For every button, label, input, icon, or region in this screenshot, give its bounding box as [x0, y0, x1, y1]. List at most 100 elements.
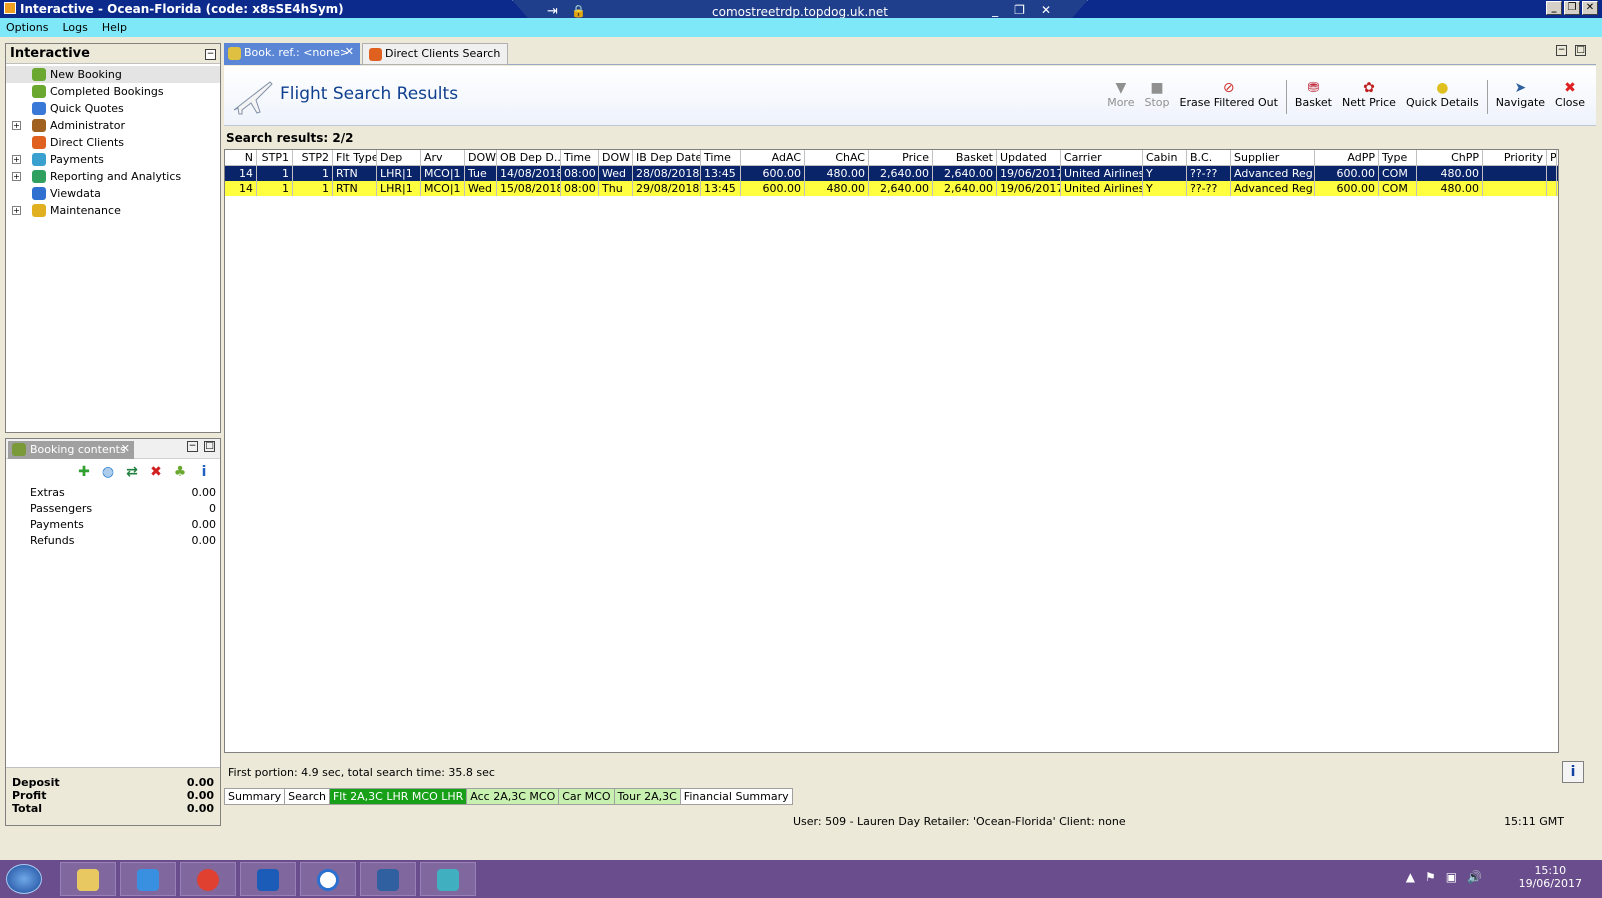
- add-icon[interactable]: ✚: [76, 464, 92, 480]
- rdp-minimize-icon[interactable]: _: [992, 3, 998, 17]
- column-header[interactable]: Time: [561, 150, 599, 165]
- expand-icon[interactable]: +: [12, 121, 21, 130]
- tab-direct-clients-search[interactable]: Direct Clients Search: [362, 43, 508, 65]
- column-header[interactable]: Priority: [1483, 150, 1547, 165]
- menu-help[interactable]: Help: [102, 21, 127, 34]
- delete-icon[interactable]: ✖: [148, 464, 164, 480]
- remote-desktop-taskbar-button[interactable]: [360, 862, 416, 896]
- tab-booking[interactable]: Book. ref.: <none> ✕: [224, 43, 360, 65]
- outlook-taskbar-button[interactable]: [240, 862, 296, 896]
- column-header[interactable]: Pr: [1547, 150, 1557, 165]
- column-header[interactable]: Arv: [421, 150, 465, 165]
- column-header[interactable]: OB Dep D...: [497, 150, 561, 165]
- column-header[interactable]: Time: [701, 150, 741, 165]
- column-header[interactable]: Carrier: [1061, 150, 1143, 165]
- column-header[interactable]: STP2: [293, 150, 333, 165]
- collapse-panel-button[interactable]: −: [205, 49, 216, 60]
- start-button[interactable]: [6, 864, 42, 894]
- table-cell: 13:45: [701, 166, 741, 181]
- maximize-doc-button[interactable]: □: [1575, 45, 1586, 56]
- menu-options[interactable]: Options: [6, 21, 48, 34]
- chrome-taskbar-button[interactable]: [180, 862, 236, 896]
- bottom-tab[interactable]: Flt 2A,3C LHR MCO LHR: [329, 788, 468, 805]
- bottom-tab[interactable]: Acc 2A,3C MCO: [467, 788, 560, 805]
- nav-item[interactable]: New Booking: [6, 66, 220, 83]
- bottom-tab[interactable]: Search: [285, 788, 330, 805]
- column-header[interactable]: IB Dep Date: [633, 150, 701, 165]
- nav-item[interactable]: + Administrator: [6, 117, 220, 134]
- table-row[interactable]: 14 1 1 RTN LHR|1 MCO|1 Wed 15/08/2018 08:00 Thu 29…: [225, 181, 1558, 196]
- bottom-tab[interactable]: Financial Summary: [680, 788, 793, 805]
- column-header[interactable]: AdPP: [1315, 150, 1379, 165]
- navigate-button[interactable]: ➤ Navigate: [1491, 80, 1550, 109]
- booking-summary-row: Payments 0.00: [6, 517, 220, 533]
- column-header[interactable]: STP1: [257, 150, 293, 165]
- nav-item[interactable]: Viewdata: [6, 185, 220, 202]
- transfer-icon[interactable]: ⇄: [124, 464, 140, 480]
- minimize-doc-button[interactable]: −: [1556, 45, 1567, 56]
- minimize-panel-button[interactable]: −: [187, 441, 198, 452]
- action-center-icon[interactable]: ⚑: [1425, 870, 1436, 884]
- quick-quote-icon[interactable]: ◍: [100, 464, 116, 480]
- system-clock[interactable]: 15:10 19/06/2017: [1519, 864, 1582, 890]
- lightbulb-icon: ●: [1436, 80, 1449, 96]
- expand-icon[interactable]: +: [12, 206, 21, 215]
- column-header[interactable]: Updated: [997, 150, 1061, 165]
- minimize-button[interactable]: _: [1546, 1, 1562, 15]
- ie-taskbar-button[interactable]: [120, 862, 176, 896]
- bottom-tab[interactable]: Tour 2A,3C: [614, 788, 681, 805]
- column-header[interactable]: B.C.: [1187, 150, 1231, 165]
- column-header[interactable]: Basket: [933, 150, 997, 165]
- column-header[interactable]: Type: [1379, 150, 1417, 165]
- column-header[interactable]: ChAC: [805, 150, 869, 165]
- nav-item[interactable]: + Payments: [6, 151, 220, 168]
- booking-contents-tab[interactable]: Booking contents ✕: [8, 441, 134, 459]
- maximize-panel-button[interactable]: □: [204, 441, 215, 452]
- column-header[interactable]: N: [225, 150, 257, 165]
- column-header[interactable]: ChPP: [1417, 150, 1483, 165]
- navigation-panel: Interactive − New Booking Completed Booki…: [5, 43, 221, 433]
- bottom-tab[interactable]: Car MCO: [559, 788, 615, 805]
- close-window-button[interactable]: ✕: [1582, 1, 1598, 15]
- bottom-tab[interactable]: Summary: [224, 788, 286, 805]
- close-tab-icon[interactable]: ✕: [121, 442, 130, 455]
- menu-logs[interactable]: Logs: [62, 21, 87, 34]
- column-header[interactable]: Cabin: [1143, 150, 1187, 165]
- close-tab-icon[interactable]: ✕: [345, 45, 354, 58]
- table-row[interactable]: 14 1 1 RTN LHR|1 MCO|1 Tue 14/08/2018 08:00 Wed 28…: [225, 166, 1558, 181]
- quick-details-button[interactable]: ● Quick Details: [1401, 80, 1484, 109]
- interactive-taskbar-button[interactable]: [420, 862, 476, 896]
- stop-button[interactable]: ■ Stop: [1139, 80, 1174, 109]
- more-button[interactable]: ▼ More: [1102, 80, 1139, 109]
- volume-icon[interactable]: 🔊: [1467, 870, 1482, 884]
- expand-icon[interactable]: +: [12, 172, 21, 181]
- column-header[interactable]: DOW: [599, 150, 633, 165]
- info-icon[interactable]: i: [196, 464, 212, 480]
- nett-price-button[interactable]: ✿ Nett Price: [1337, 80, 1401, 109]
- nav-item[interactable]: + Reporting and Analytics: [6, 168, 220, 185]
- nav-item[interactable]: Quick Quotes: [6, 100, 220, 117]
- palm-tree-icon[interactable]: ♣: [172, 464, 188, 480]
- column-header[interactable]: AdAC: [741, 150, 805, 165]
- column-header[interactable]: Supplier: [1231, 150, 1315, 165]
- column-header[interactable]: Dep: [377, 150, 421, 165]
- rdp-restore-icon[interactable]: ❐: [1014, 3, 1025, 17]
- restore-button[interactable]: ❐: [1564, 1, 1580, 15]
- explorer-taskbar-button[interactable]: [60, 862, 116, 896]
- expand-icon[interactable]: +: [12, 155, 21, 164]
- column-header[interactable]: Price: [869, 150, 933, 165]
- network-icon[interactable]: ▣: [1446, 870, 1457, 884]
- nav-item[interactable]: Direct Clients: [6, 134, 220, 151]
- nav-item[interactable]: + Maintenance: [6, 202, 220, 219]
- show-hidden-icons[interactable]: ▲: [1406, 870, 1415, 884]
- nav-item[interactable]: Completed Bookings: [6, 83, 220, 100]
- column-header[interactable]: Flt Type: [333, 150, 377, 165]
- info-button[interactable]: i: [1562, 761, 1584, 783]
- close-button[interactable]: ✖ Close: [1550, 80, 1590, 109]
- erase-filtered-button[interactable]: ⊘ Erase Filtered Out: [1175, 80, 1283, 109]
- basket-button[interactable]: ⛃ Basket: [1290, 80, 1337, 109]
- app-g-taskbar-button[interactable]: [300, 862, 356, 896]
- rdp-close-icon[interactable]: ✕: [1041, 3, 1051, 17]
- nav-item-label: Viewdata: [50, 187, 101, 200]
- column-header[interactable]: DOW: [465, 150, 497, 165]
